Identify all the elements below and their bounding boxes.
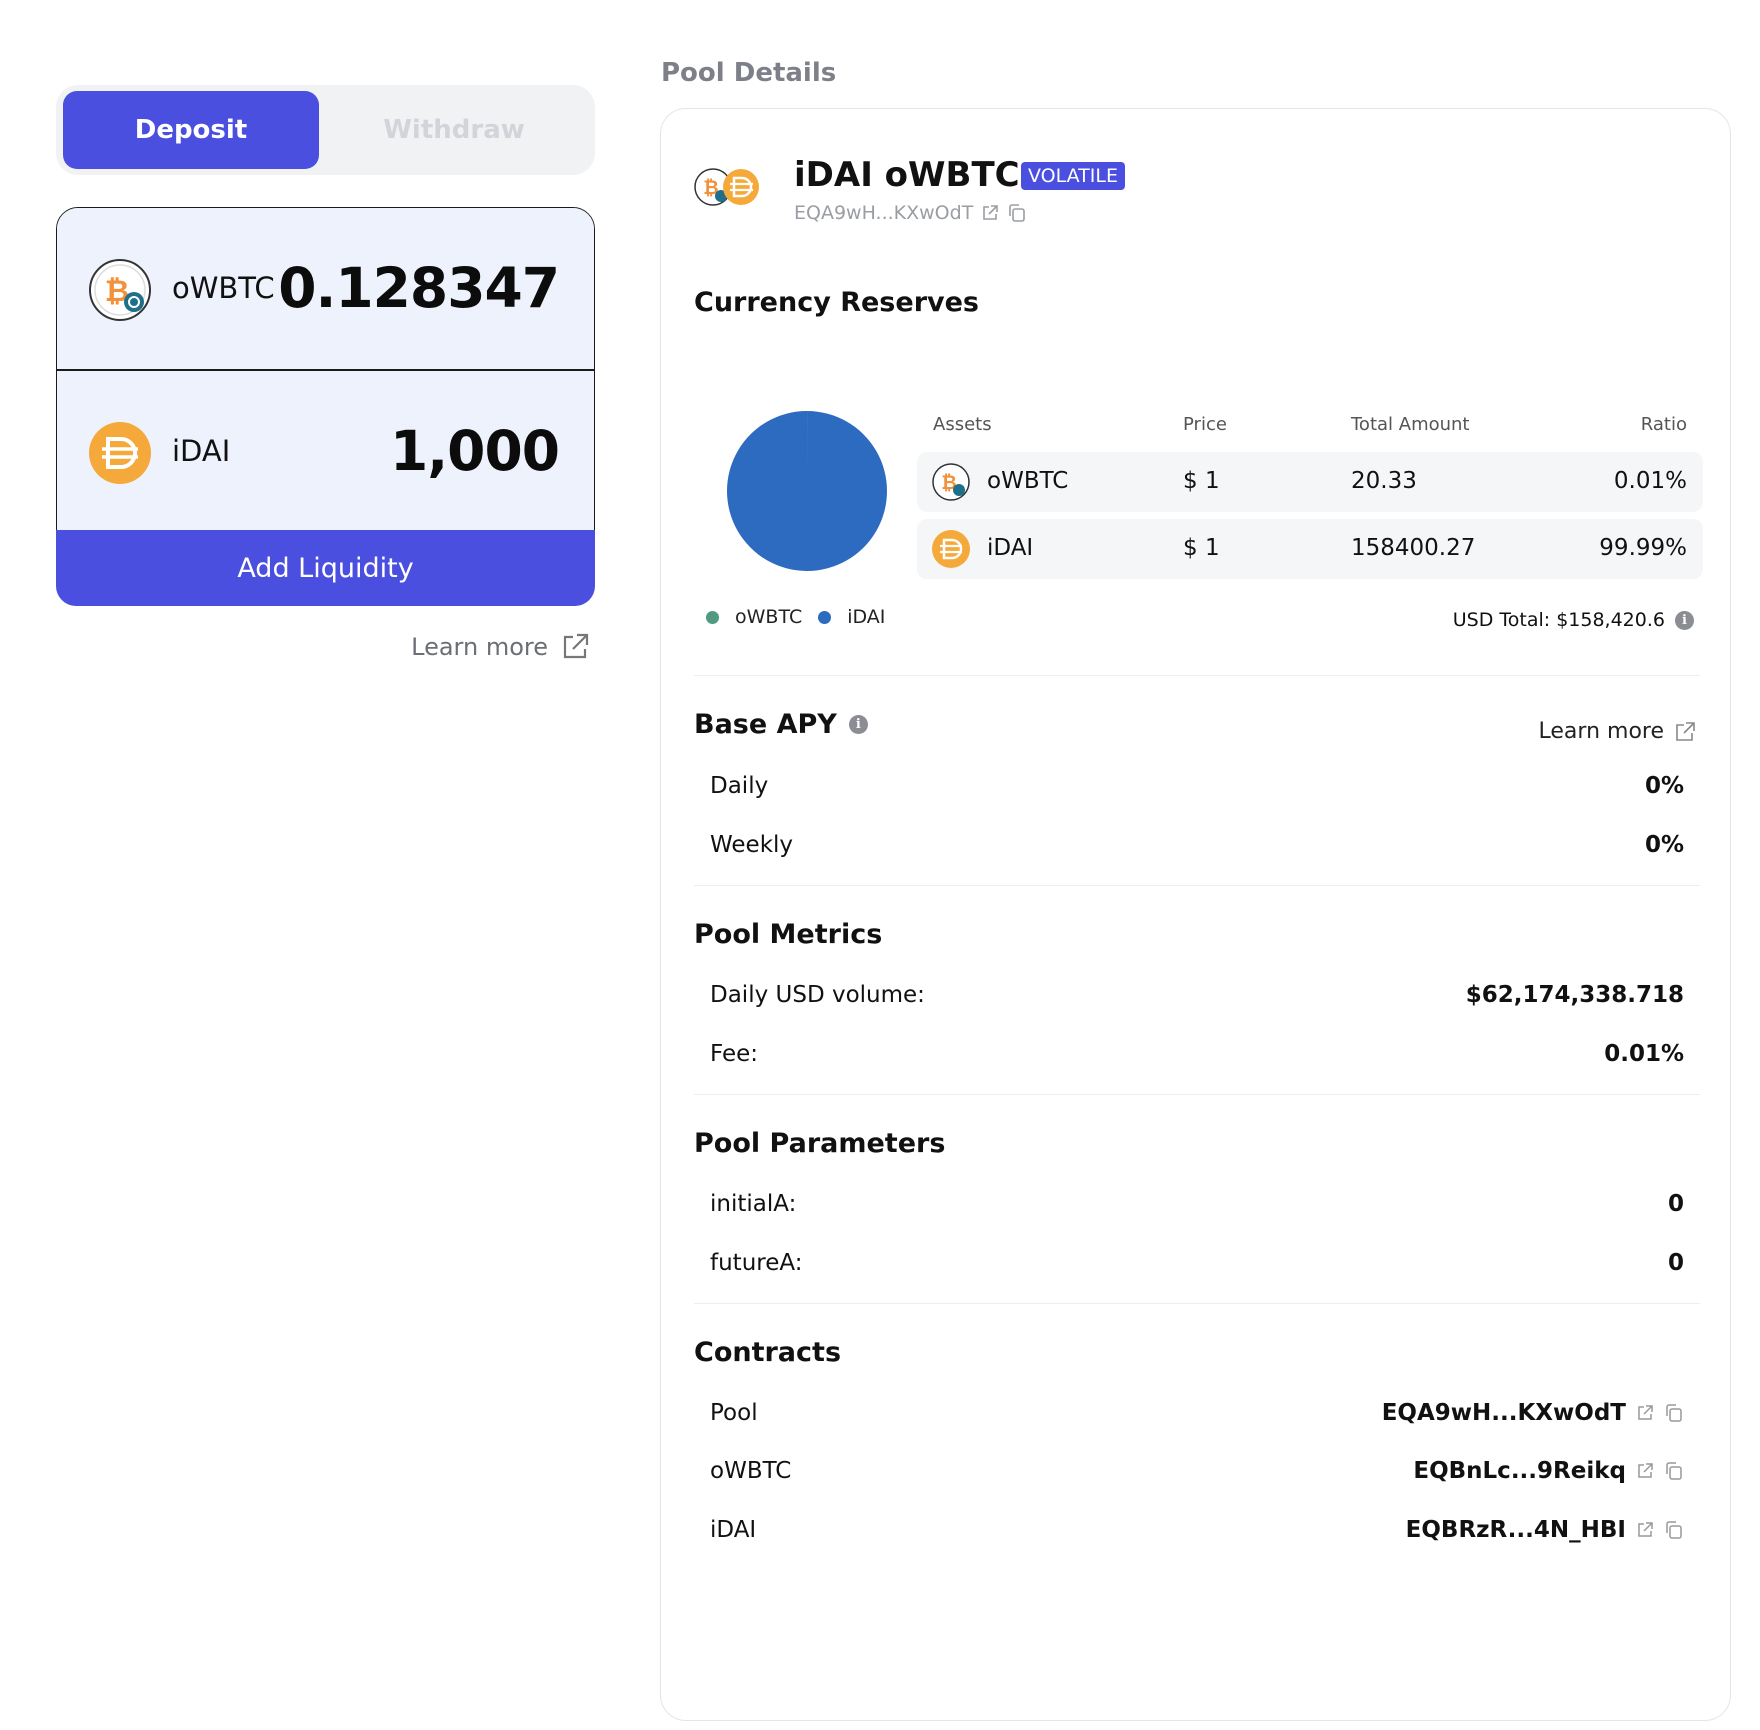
table-row: ₿ oWBTC $ 1 20.33 0.01%: [917, 452, 1703, 512]
info-icon[interactable]: i: [848, 715, 868, 734]
fee-label: Fee:: [710, 1041, 759, 1067]
daily-volume-label: Daily USD volume:: [710, 982, 925, 1008]
learn-more-link[interactable]: Learn more: [411, 632, 590, 662]
bitcoin-icon: ₿: [932, 463, 970, 501]
apy-learn-more-link[interactable]: Learn more: [1539, 719, 1696, 744]
legend-label: oWBTC: [735, 606, 803, 628]
contract-address: EQBRzR...4N_HBI: [1406, 1517, 1684, 1543]
initialA-label: initialA:: [710, 1191, 797, 1217]
apy-daily-value: 0%: [1644, 773, 1684, 799]
contract-label: oWBTC: [710, 1458, 792, 1484]
contract-address-text[interactable]: EQBRzR...4N_HBI: [1406, 1517, 1626, 1543]
reserves-pie-chart: [727, 411, 887, 571]
external-link-icon[interactable]: [981, 204, 999, 222]
pool-address-text: EQA9wH...KXwOdT: [794, 202, 974, 224]
asset-ratio: 99.99%: [1599, 535, 1687, 561]
token-symbol: iDAI: [172, 434, 231, 468]
divider: [694, 1303, 1700, 1304]
asset-price: $ 1: [1183, 535, 1220, 561]
header-ratio: Ratio: [1640, 414, 1687, 435]
copy-icon[interactable]: [1664, 1461, 1684, 1481]
volatile-badge: VOLATILE: [1021, 162, 1125, 190]
external-link-icon: [1676, 721, 1695, 741]
external-link-icon: [563, 633, 589, 659]
bitcoin-icon: ₿: [89, 259, 151, 321]
asset-price: $ 1: [1183, 468, 1220, 494]
contract-address: EQBnLc...9Reikq: [1413, 1458, 1684, 1484]
token-amount[interactable]: 1,000: [390, 419, 560, 483]
apy-weekly-value: 0%: [1644, 832, 1684, 858]
table-row: iDAI $ 1 158400.27 99.99%: [917, 519, 1703, 579]
pool-title: iDAI oWBTC: [794, 155, 1020, 195]
dai-icon: [932, 530, 970, 568]
futureA-value: 0: [1667, 1250, 1684, 1276]
legend-label: iDAI: [847, 606, 886, 628]
contract-address: EQA9wH...KXwOdT: [1382, 1400, 1684, 1426]
copy-icon[interactable]: [1664, 1403, 1684, 1423]
reserves-table: Assets Price Total Amount Ratio ₿ oWBTC …: [917, 405, 1703, 579]
pie-slice-idai: [727, 411, 887, 571]
contract-address-text[interactable]: EQBnLc...9Reikq: [1413, 1458, 1626, 1484]
contract-label: iDAI: [710, 1517, 757, 1543]
asset-total: 20.33: [1351, 468, 1417, 494]
apy-weekly-label: Weekly: [710, 832, 794, 858]
futureA-label: futureA:: [710, 1250, 803, 1276]
deposit-inputs-card: ₿ oWBTC 0.128347 iDAI 1,000: [56, 207, 595, 531]
external-link-icon[interactable]: [1636, 1521, 1654, 1539]
dai-icon: [89, 422, 151, 484]
tab-withdraw[interactable]: Withdraw: [326, 91, 582, 169]
asset-ratio: 0.01%: [1613, 468, 1687, 494]
pool-details-card: ₿ iDAI oWBTC VOLATILE EQA9wH...KXwOdT Cu…: [660, 108, 1731, 1721]
tab-deposit[interactable]: Deposit: [63, 91, 319, 169]
base-apy-label: Base APY: [694, 709, 837, 740]
header-assets: Assets: [933, 414, 992, 435]
fee-value: 0.01%: [1604, 1041, 1684, 1067]
divider: [694, 885, 1700, 886]
pool-address: EQA9wH...KXwOdT: [794, 202, 1027, 224]
contract-label: Pool: [710, 1400, 758, 1426]
divider: [694, 1094, 1700, 1095]
base-apy-title: Base APY i: [694, 709, 868, 740]
contracts-title: Contracts: [694, 1337, 842, 1368]
token-input-idai[interactable]: iDAI 1,000: [57, 369, 594, 530]
asset-name: iDAI: [987, 535, 1034, 561]
contract-address-text[interactable]: EQA9wH...KXwOdT: [1382, 1400, 1626, 1426]
header-total-amount: Total Amount: [1351, 414, 1470, 435]
legend-item-owbtc: oWBTC: [706, 606, 802, 628]
external-link-icon[interactable]: [1636, 1462, 1654, 1480]
copy-icon[interactable]: [1007, 203, 1027, 223]
legend-item-idai: iDAI: [818, 606, 885, 628]
header-price: Price: [1183, 414, 1227, 435]
pool-details-heading: Pool Details: [661, 58, 837, 88]
divider: [694, 675, 1700, 676]
info-icon[interactable]: i: [1675, 610, 1694, 630]
deposit-withdraw-tabs: Deposit Withdraw: [56, 85, 595, 175]
reserves-table-header: Assets Price Total Amount Ratio: [917, 405, 1703, 445]
legend-dot-idai: [818, 610, 832, 624]
asset-total: 158400.27: [1351, 535, 1476, 561]
legend-dot-owbtc: [706, 610, 719, 624]
token-amount[interactable]: 0.128347: [278, 256, 560, 320]
usd-total-text: USD Total: $158,420.6: [1452, 609, 1665, 631]
initialA-value: 0: [1667, 1191, 1684, 1217]
token-symbol: oWBTC: [172, 271, 275, 305]
learn-more-label: Learn more: [1538, 719, 1664, 744]
learn-more-label: Learn more: [411, 633, 548, 661]
pie-legend: oWBTC iDAI: [706, 606, 901, 628]
currency-reserves-title: Currency Reserves: [694, 287, 979, 318]
token-input-owbtc[interactable]: ₿ oWBTC 0.128347: [57, 208, 594, 369]
asset-name: oWBTC: [987, 468, 1069, 494]
pool-pair-icon: ₿: [694, 168, 759, 206]
daily-volume-value: $62,174,338.718: [1465, 982, 1684, 1008]
usd-total: USD Total: $158,420.6 i: [1453, 609, 1694, 631]
copy-icon[interactable]: [1664, 1520, 1684, 1540]
add-liquidity-button[interactable]: Add Liquidity: [56, 530, 595, 606]
apy-daily-label: Daily: [710, 773, 769, 799]
pool-metrics-title: Pool Metrics: [694, 919, 883, 950]
external-link-icon[interactable]: [1636, 1404, 1654, 1422]
pool-parameters-title: Pool Parameters: [694, 1128, 946, 1159]
